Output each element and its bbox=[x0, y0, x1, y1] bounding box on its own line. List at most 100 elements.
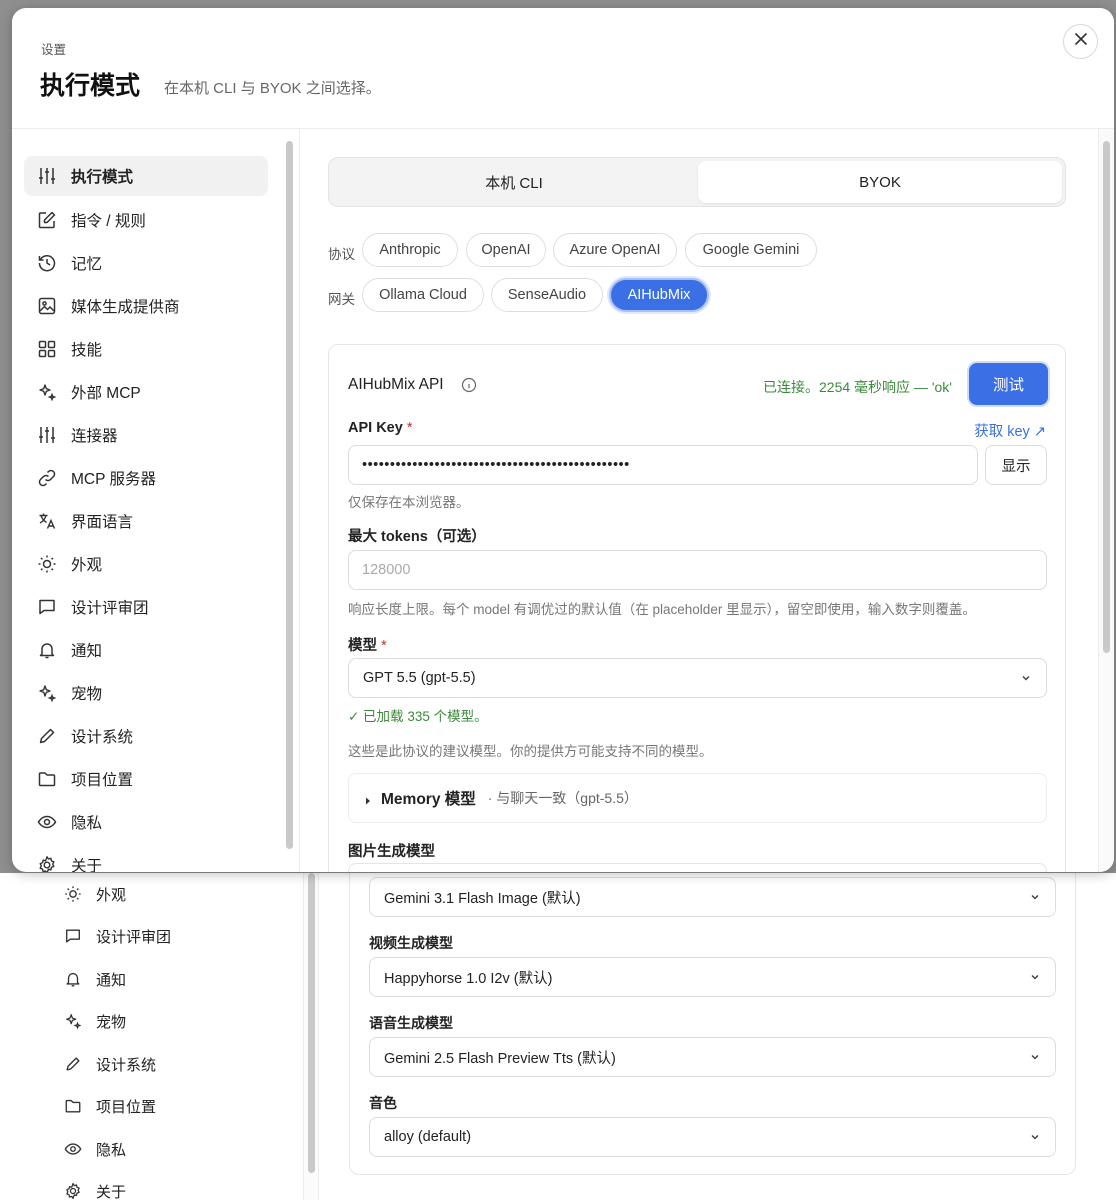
sidebar-item-mcp-server[interactable]: MCP 服务器 bbox=[24, 458, 268, 498]
video-model-select[interactable]: Happyhorse 1.0 I2v (默认) bbox=[369, 957, 1056, 997]
voice-select[interactable]: alloy (default) bbox=[369, 1117, 1056, 1157]
image-model-value: Gemini 3.1 Flash Image (默认) bbox=[384, 890, 581, 907]
get-key-link[interactable]: 获取 key ↗ bbox=[974, 420, 1046, 441]
bell-icon bbox=[36, 639, 58, 661]
sidebar-item-label: MCP 服务器 bbox=[71, 471, 156, 488]
sidebar-item-label: 连接器 bbox=[71, 428, 118, 445]
speech-model-label: 语音生成模型 bbox=[369, 1015, 453, 1031]
sidebar-scrollbar[interactable] bbox=[282, 129, 300, 872]
lower-sidebar-scrollbar[interactable] bbox=[303, 873, 319, 1200]
lower-sidebar-item-privacy[interactable]: 隐私 bbox=[62, 1134, 126, 1164]
speech-model-select[interactable]: Gemini 2.5 Flash Preview Tts (默认) bbox=[369, 1037, 1056, 1077]
chat-icon bbox=[62, 925, 84, 947]
mode-option-local-cli[interactable]: 本机 CLI bbox=[332, 161, 696, 203]
mode-option-byok[interactable]: BYOK bbox=[698, 161, 1062, 203]
sidebar-item-media-providers[interactable]: 媒体生成提供商 bbox=[24, 286, 268, 326]
required-mark: * bbox=[381, 638, 387, 654]
lower-sidebar-item-appearance[interactable]: 外观 bbox=[62, 879, 126, 909]
page-subtitle: 在本机 CLI 与 BYOK 之间选择。 bbox=[164, 80, 381, 97]
sliders-icon bbox=[36, 165, 58, 187]
lower-sidebar-item-project-location[interactable]: 项目位置 bbox=[62, 1091, 156, 1121]
link-icon bbox=[36, 467, 58, 489]
lower-sidebar-item-about[interactable]: 关于 bbox=[62, 1176, 126, 1200]
lower-sidebar: 外观 设计评审团 通知 宠物 设计系统 项目位置 隐私 关于 bbox=[0, 873, 303, 1200]
close-icon bbox=[1073, 31, 1089, 52]
lower-sidebar-label: 项目位置 bbox=[96, 1098, 157, 1116]
sidebar-item-connectors[interactable]: 连接器 bbox=[24, 415, 268, 455]
image-model-select-partial[interactable] bbox=[348, 863, 1047, 872]
chevron-down-icon bbox=[1020, 672, 1032, 684]
model-select[interactable]: GPT 5.5 (gpt-5.5) bbox=[348, 658, 1047, 698]
info-icon[interactable] bbox=[461, 377, 477, 393]
sidebar-item-about[interactable]: 关于 bbox=[24, 845, 268, 872]
gateway-chip-ollama-cloud[interactable]: Ollama Cloud bbox=[362, 278, 484, 312]
model-label: 模型 * bbox=[348, 634, 387, 655]
lower-sidebar-item-notifications[interactable]: 通知 bbox=[62, 964, 126, 994]
protocol-chip-anthropic[interactable]: Anthropic bbox=[362, 233, 458, 267]
scrollbar-thumb[interactable] bbox=[308, 873, 315, 1173]
lower-main-content: Gemini 3.1 Flash Image (默认) 视频生成模型 Happy… bbox=[320, 873, 1116, 1200]
main-scrollbar[interactable] bbox=[1098, 129, 1114, 872]
sidebar-item-label: 执行模式 bbox=[71, 169, 134, 186]
gateway-chip-senseaudio[interactable]: SenseAudio bbox=[491, 278, 603, 312]
protocol-chip-openai[interactable]: OpenAI bbox=[466, 233, 546, 267]
lower-sidebar-item-design-review[interactable]: 设计评审团 bbox=[62, 921, 171, 951]
sidebar-item-notifications[interactable]: 通知 bbox=[24, 630, 268, 670]
gateway-chip-aihubmix[interactable]: AIHubMix bbox=[609, 278, 709, 312]
api-key-input[interactable]: ••••••••••••••••••••••••••••••••••••••••… bbox=[348, 445, 978, 485]
sidebar-item-language[interactable]: 界面语言 bbox=[24, 501, 268, 541]
main-content: 本机 CLI BYOK 协议 Anthropic OpenAI Azure Op… bbox=[300, 129, 1114, 872]
history-icon bbox=[36, 252, 58, 274]
image-model-select[interactable]: Gemini 3.1 Flash Image (默认) bbox=[369, 877, 1056, 917]
lower-sidebar-label: 关于 bbox=[96, 1183, 127, 1200]
breadcrumb: 设置 bbox=[41, 43, 67, 57]
sparkle-icon bbox=[36, 682, 58, 704]
scrollbar-thumb[interactable] bbox=[1103, 141, 1110, 653]
sidebar-item-appearance[interactable]: 外观 bbox=[24, 544, 268, 584]
test-button[interactable]: 测试 bbox=[969, 363, 1048, 405]
sidebar-item-label: 项目位置 bbox=[71, 772, 134, 789]
lower-sidebar-label: 设计系统 bbox=[96, 1056, 157, 1074]
eye-icon bbox=[36, 811, 58, 833]
lower-sidebar-label: 设计评审团 bbox=[96, 928, 172, 946]
memory-model-disclosure[interactable]: Memory 模型 · 与聊天一致（gpt-5.5） bbox=[348, 773, 1047, 823]
sidebar-item-label: 记忆 bbox=[71, 256, 103, 273]
sidebar: 执行模式 指令 / 规则 记忆 媒体生成提供商 技能 外部 MCP 连接器 MC… bbox=[12, 129, 282, 872]
sidebar-item-skills[interactable]: 技能 bbox=[24, 329, 268, 369]
lower-sidebar-item-pets[interactable]: 宠物 bbox=[62, 1006, 126, 1036]
sidebar-item-design-review[interactable]: 设计评审团 bbox=[24, 587, 268, 627]
sidebar-item-instructions[interactable]: 指令 / 规则 bbox=[24, 200, 268, 240]
show-key-button[interactable]: 显示 bbox=[985, 445, 1047, 485]
pencil-icon bbox=[36, 725, 58, 747]
grid-icon bbox=[36, 338, 58, 360]
connection-status: 已连接。2254 毫秒响应 — 'ok' bbox=[763, 379, 952, 395]
sidebar-item-project-location[interactable]: 项目位置 bbox=[24, 759, 268, 799]
sidebar-item-memory[interactable]: 记忆 bbox=[24, 243, 268, 283]
close-button[interactable] bbox=[1063, 24, 1098, 59]
max-tokens-input[interactable]: 128000 bbox=[348, 550, 1047, 590]
scrollbar-thumb[interactable] bbox=[286, 141, 293, 849]
pencil-icon bbox=[62, 1053, 84, 1075]
sidebar-item-execution-mode[interactable]: 执行模式 bbox=[24, 156, 268, 196]
lower-sidebar-label: 宠物 bbox=[96, 1013, 127, 1031]
sidebar-item-label: 设计系统 bbox=[71, 729, 134, 746]
sidebar-item-external-mcp[interactable]: 外部 MCP bbox=[24, 372, 268, 412]
sidebar-item-pets[interactable]: 宠物 bbox=[24, 673, 268, 713]
sidebar-item-label: 指令 / 规则 bbox=[71, 213, 146, 230]
speech-model-value: Gemini 2.5 Flash Preview Tts (默认) bbox=[384, 1050, 616, 1067]
memory-model-subtitle: · 与聊天一致（gpt-5.5） bbox=[487, 790, 638, 806]
video-model-value: Happyhorse 1.0 I2v (默认) bbox=[384, 970, 553, 987]
sidebar-item-design-system[interactable]: 设计系统 bbox=[24, 716, 268, 756]
protocol-chip-azure-openai[interactable]: Azure OpenAI bbox=[553, 233, 677, 267]
sidebar-item-label: 外观 bbox=[71, 557, 103, 574]
sidebar-item-privacy[interactable]: 隐私 bbox=[24, 802, 268, 842]
chevron-down-icon bbox=[1029, 1131, 1041, 1143]
chevron-down-icon bbox=[1029, 891, 1041, 903]
lower-sidebar-item-design-system[interactable]: 设计系统 bbox=[62, 1049, 156, 1079]
api-card: AIHubMix API 已连接。2254 毫秒响应 — 'ok' 测试 API… bbox=[328, 344, 1066, 872]
lower-api-card: Gemini 3.1 Flash Image (默认) 视频生成模型 Happy… bbox=[349, 873, 1076, 1175]
protocol-chip-google-gemini[interactable]: Google Gemini bbox=[685, 233, 817, 267]
sidebar-item-label: 通知 bbox=[71, 643, 103, 660]
video-model-label: 视频生成模型 bbox=[369, 935, 453, 951]
required-mark: * bbox=[406, 420, 413, 436]
